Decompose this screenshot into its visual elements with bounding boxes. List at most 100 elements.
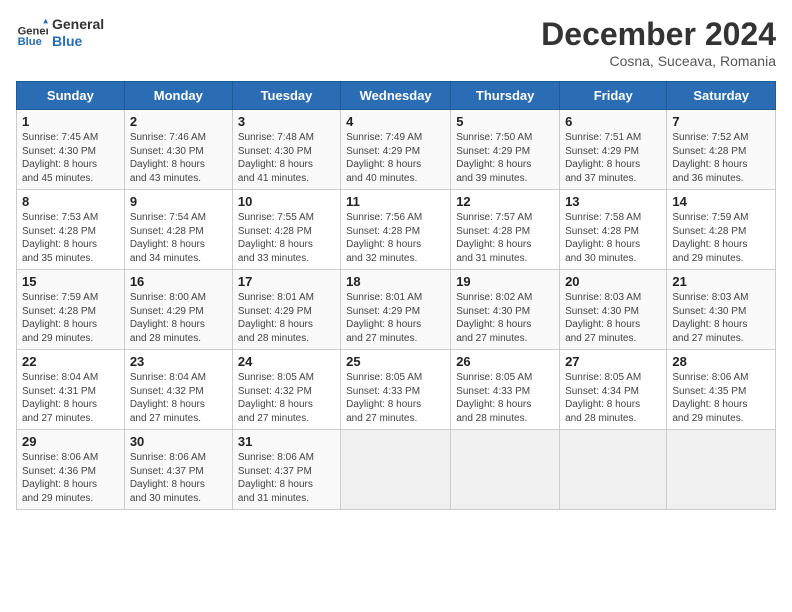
day-number: 24 bbox=[238, 354, 335, 369]
page-header: General Blue General Blue December 2024 … bbox=[16, 16, 776, 69]
day-info: Sunrise: 7:59 AM Sunset: 4:28 PM Dayligh… bbox=[22, 291, 119, 345]
calendar-cell: 15 Sunrise: 7:59 AM Sunset: 4:28 PM Dayli… bbox=[17, 270, 125, 350]
day-info: Sunrise: 8:00 AM Sunset: 4:29 PM Dayligh… bbox=[130, 291, 227, 345]
calendar-cell: 16 Sunrise: 8:00 AM Sunset: 4:29 PM Dayli… bbox=[124, 270, 232, 350]
day-info: Sunrise: 8:05 AM Sunset: 4:33 PM Dayligh… bbox=[456, 371, 554, 425]
calendar-cell: 6 Sunrise: 7:51 AM Sunset: 4:29 PM Daylig… bbox=[560, 110, 667, 190]
calendar-cell: 20 Sunrise: 8:03 AM Sunset: 4:30 PM Dayli… bbox=[560, 270, 667, 350]
day-number: 31 bbox=[238, 434, 335, 449]
day-number: 20 bbox=[565, 274, 661, 289]
day-number: 4 bbox=[346, 114, 445, 129]
day-number: 17 bbox=[238, 274, 335, 289]
day-number: 7 bbox=[672, 114, 770, 129]
calendar-cell bbox=[451, 430, 560, 510]
day-info: Sunrise: 7:46 AM Sunset: 4:30 PM Dayligh… bbox=[130, 131, 227, 185]
day-number: 18 bbox=[346, 274, 445, 289]
calendar-cell bbox=[341, 430, 451, 510]
day-info: Sunrise: 7:57 AM Sunset: 4:28 PM Dayligh… bbox=[456, 211, 554, 265]
day-number: 10 bbox=[238, 194, 335, 209]
day-number: 27 bbox=[565, 354, 661, 369]
calendar-cell: 14 Sunrise: 7:59 AM Sunset: 4:28 PM Dayli… bbox=[667, 190, 776, 270]
day-info: Sunrise: 8:05 AM Sunset: 4:33 PM Dayligh… bbox=[346, 371, 445, 425]
calendar-cell: 30 Sunrise: 8:06 AM Sunset: 4:37 PM Dayli… bbox=[124, 430, 232, 510]
calendar-cell: 29 Sunrise: 8:06 AM Sunset: 4:36 PM Dayli… bbox=[17, 430, 125, 510]
day-number: 9 bbox=[130, 194, 227, 209]
day-info: Sunrise: 7:55 AM Sunset: 4:28 PM Dayligh… bbox=[238, 211, 335, 265]
day-info: Sunrise: 8:04 AM Sunset: 4:32 PM Dayligh… bbox=[130, 371, 227, 425]
day-info: Sunrise: 7:54 AM Sunset: 4:28 PM Dayligh… bbox=[130, 211, 227, 265]
calendar-cell: 27 Sunrise: 8:05 AM Sunset: 4:34 PM Dayli… bbox=[560, 350, 667, 430]
day-info: Sunrise: 8:03 AM Sunset: 4:30 PM Dayligh… bbox=[565, 291, 661, 345]
day-info: Sunrise: 8:04 AM Sunset: 4:31 PM Dayligh… bbox=[22, 371, 119, 425]
calendar-cell: 28Sunrise: 8:06 AM Sunset: 4:35 PM Dayli… bbox=[667, 350, 776, 430]
day-info: Sunrise: 7:51 AM Sunset: 4:29 PM Dayligh… bbox=[565, 131, 661, 185]
day-info: Sunrise: 7:45 AM Sunset: 4:30 PM Dayligh… bbox=[22, 131, 119, 185]
calendar-cell: 5Sunrise: 7:50 AM Sunset: 4:29 PM Daylig… bbox=[451, 110, 560, 190]
day-number: 14 bbox=[672, 194, 770, 209]
calendar-table: SundayMondayTuesdayWednesdayThursdayFrid… bbox=[16, 81, 776, 510]
calendar-cell: 26Sunrise: 8:05 AM Sunset: 4:33 PM Dayli… bbox=[451, 350, 560, 430]
day-number: 13 bbox=[565, 194, 661, 209]
calendar-cell: 18 Sunrise: 8:01 AM Sunset: 4:29 PM Dayli… bbox=[341, 270, 451, 350]
logo: General Blue General Blue bbox=[16, 16, 104, 50]
day-info: Sunrise: 8:05 AM Sunset: 4:32 PM Dayligh… bbox=[238, 371, 335, 425]
day-info: Sunrise: 8:03 AM Sunset: 4:30 PM Dayligh… bbox=[672, 291, 770, 345]
calendar-cell: 31 Sunrise: 8:06 AM Sunset: 4:37 PM Dayli… bbox=[232, 430, 340, 510]
location-subtitle: Cosna, Suceava, Romania bbox=[541, 53, 776, 69]
weekday-header-monday: Monday bbox=[124, 82, 232, 110]
day-number: 15 bbox=[22, 274, 119, 289]
day-number: 29 bbox=[22, 434, 119, 449]
day-info: Sunrise: 7:52 AM Sunset: 4:28 PM Dayligh… bbox=[672, 131, 770, 185]
day-number: 2 bbox=[130, 114, 227, 129]
calendar-cell: 7 Sunrise: 7:52 AM Sunset: 4:28 PM Daylig… bbox=[667, 110, 776, 190]
calendar-cell: 24 Sunrise: 8:05 AM Sunset: 4:32 PM Dayli… bbox=[232, 350, 340, 430]
month-title: December 2024 bbox=[541, 16, 776, 53]
day-info: Sunrise: 8:05 AM Sunset: 4:34 PM Dayligh… bbox=[565, 371, 661, 425]
calendar-cell: 13 Sunrise: 7:58 AM Sunset: 4:28 PM Dayli… bbox=[560, 190, 667, 270]
svg-text:Blue: Blue bbox=[18, 36, 42, 48]
day-info: Sunrise: 7:58 AM Sunset: 4:28 PM Dayligh… bbox=[565, 211, 661, 265]
day-number: 30 bbox=[130, 434, 227, 449]
day-info: Sunrise: 8:01 AM Sunset: 4:29 PM Dayligh… bbox=[346, 291, 445, 345]
day-info: Sunrise: 8:01 AM Sunset: 4:29 PM Dayligh… bbox=[238, 291, 335, 345]
calendar-week-4: 22Sunrise: 8:04 AM Sunset: 4:31 PM Dayli… bbox=[17, 350, 776, 430]
day-number: 19 bbox=[456, 274, 554, 289]
day-info: Sunrise: 8:06 AM Sunset: 4:35 PM Dayligh… bbox=[672, 371, 770, 425]
logo-line1: General bbox=[52, 16, 104, 33]
title-block: December 2024 Cosna, Suceava, Romania bbox=[541, 16, 776, 69]
day-info: Sunrise: 8:06 AM Sunset: 4:37 PM Dayligh… bbox=[130, 451, 227, 505]
day-number: 21 bbox=[672, 274, 770, 289]
calendar-cell: 12 Sunrise: 7:57 AM Sunset: 4:28 PM Dayli… bbox=[451, 190, 560, 270]
day-number: 1 bbox=[22, 114, 119, 129]
calendar-cell: 1 Sunrise: 7:45 AM Sunset: 4:30 PM Daylig… bbox=[17, 110, 125, 190]
calendar-cell: 8Sunrise: 7:53 AM Sunset: 4:28 PM Daylig… bbox=[17, 190, 125, 270]
day-number: 11 bbox=[346, 194, 445, 209]
calendar-cell: 23Sunrise: 8:04 AM Sunset: 4:32 PM Dayli… bbox=[124, 350, 232, 430]
day-number: 12 bbox=[456, 194, 554, 209]
calendar-week-5: 29 Sunrise: 8:06 AM Sunset: 4:36 PM Dayli… bbox=[17, 430, 776, 510]
calendar-cell: 2 Sunrise: 7:46 AM Sunset: 4:30 PM Daylig… bbox=[124, 110, 232, 190]
day-info: Sunrise: 7:48 AM Sunset: 4:30 PM Dayligh… bbox=[238, 131, 335, 185]
calendar-week-2: 8Sunrise: 7:53 AM Sunset: 4:28 PM Daylig… bbox=[17, 190, 776, 270]
day-info: Sunrise: 7:59 AM Sunset: 4:28 PM Dayligh… bbox=[672, 211, 770, 265]
day-info: Sunrise: 8:06 AM Sunset: 4:37 PM Dayligh… bbox=[238, 451, 335, 505]
calendar-cell: 25Sunrise: 8:05 AM Sunset: 4:33 PM Dayli… bbox=[341, 350, 451, 430]
calendar-cell: 10 Sunrise: 7:55 AM Sunset: 4:28 PM Dayli… bbox=[232, 190, 340, 270]
day-number: 16 bbox=[130, 274, 227, 289]
logo-icon: General Blue bbox=[16, 17, 48, 49]
calendar-cell bbox=[560, 430, 667, 510]
day-info: Sunrise: 8:06 AM Sunset: 4:36 PM Dayligh… bbox=[22, 451, 119, 505]
weekday-header-saturday: Saturday bbox=[667, 82, 776, 110]
weekday-header-thursday: Thursday bbox=[451, 82, 560, 110]
calendar-cell: 17 Sunrise: 8:01 AM Sunset: 4:29 PM Dayli… bbox=[232, 270, 340, 350]
calendar-cell: 4Sunrise: 7:49 AM Sunset: 4:29 PM Daylig… bbox=[341, 110, 451, 190]
weekday-header-sunday: Sunday bbox=[17, 82, 125, 110]
weekday-header-friday: Friday bbox=[560, 82, 667, 110]
calendar-cell: 3Sunrise: 7:48 AM Sunset: 4:30 PM Daylig… bbox=[232, 110, 340, 190]
calendar-cell: 9 Sunrise: 7:54 AM Sunset: 4:28 PM Daylig… bbox=[124, 190, 232, 270]
day-info: Sunrise: 8:02 AM Sunset: 4:30 PM Dayligh… bbox=[456, 291, 554, 345]
calendar-cell bbox=[667, 430, 776, 510]
day-number: 8 bbox=[22, 194, 119, 209]
day-number: 6 bbox=[565, 114, 661, 129]
calendar-cell: 21 Sunrise: 8:03 AM Sunset: 4:30 PM Dayli… bbox=[667, 270, 776, 350]
